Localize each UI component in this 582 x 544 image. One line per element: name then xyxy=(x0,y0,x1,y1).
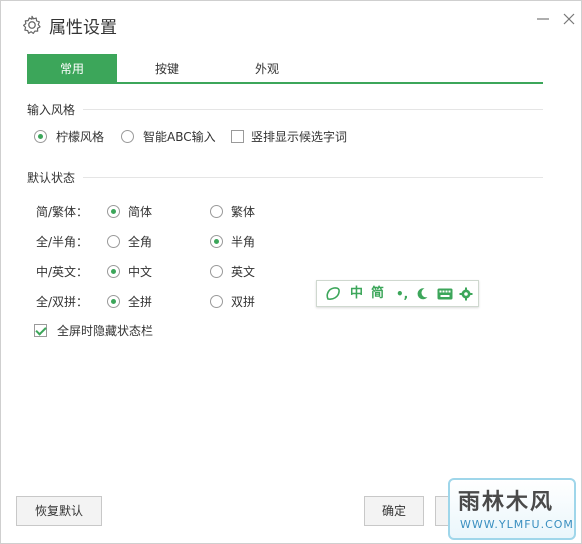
simplified-label[interactable]: 简体 xyxy=(128,203,152,220)
settings-window: 属性设置 常用 按键 外观 输入风格 柠檬风格 智能ABC输入 竖排显示候选字词… xyxy=(0,0,582,544)
settings-icon[interactable] xyxy=(459,287,473,301)
window-title: 属性设置 xyxy=(49,18,117,38)
english-label[interactable]: 英文 xyxy=(231,263,255,280)
full-pinyin-radio[interactable] xyxy=(107,295,120,308)
watermark-main-text: 雨林木风 xyxy=(458,490,555,515)
default-state-title: 默认状态 xyxy=(27,171,76,185)
script-mode-indicator[interactable]: 简 xyxy=(371,285,384,303)
halfwidth-radio[interactable] xyxy=(210,235,223,248)
abc-input-label[interactable]: 智能ABC输入 xyxy=(143,128,216,145)
traditional-label[interactable]: 繁体 xyxy=(231,203,255,220)
simplified-radio[interactable] xyxy=(107,205,120,218)
divider xyxy=(83,177,543,178)
vertical-candidates-checkbox[interactable] xyxy=(231,130,244,143)
halfwidth-label[interactable]: 半角 xyxy=(231,233,255,250)
chinese-label[interactable]: 中文 xyxy=(128,263,152,280)
pinyin-mode-label: 全/双拼： xyxy=(36,295,89,309)
tab-common[interactable]: 常用 xyxy=(27,54,117,84)
simp-trad-label: 简/繁体： xyxy=(36,205,89,219)
punctuation-indicator[interactable]: •, xyxy=(396,285,408,303)
titlebar: 属性设置 xyxy=(1,1,581,49)
full-half-label: 全/半角： xyxy=(36,235,89,249)
hide-statusbar-label[interactable]: 全屏时隐藏状态栏 xyxy=(57,322,153,339)
traditional-radio[interactable] xyxy=(210,205,223,218)
lemon-style-radio[interactable] xyxy=(34,130,47,143)
divider xyxy=(83,109,543,110)
tab-appearance[interactable]: 外观 xyxy=(217,54,317,84)
tab-keys[interactable]: 按键 xyxy=(117,54,217,84)
vertical-candidates-label[interactable]: 竖排显示候选字词 xyxy=(251,128,347,145)
english-radio[interactable] xyxy=(210,265,223,278)
moon-icon[interactable] xyxy=(415,287,429,301)
gear-icon xyxy=(22,15,41,35)
tab-bar: 常用 按键 外观 xyxy=(27,54,543,84)
double-pinyin-radio[interactable] xyxy=(210,295,223,308)
full-pinyin-label[interactable]: 全拼 xyxy=(128,293,152,310)
watermark-url: WWW.YLMFU.COM xyxy=(460,518,574,531)
double-pinyin-label[interactable]: 双拼 xyxy=(231,293,255,310)
minimize-button[interactable] xyxy=(531,7,555,31)
ok-button[interactable]: 确定 xyxy=(364,496,424,526)
lang-mode-indicator[interactable]: 中 xyxy=(350,285,363,303)
keyboard-icon[interactable] xyxy=(437,288,453,300)
input-style-title: 输入风格 xyxy=(27,103,76,117)
hide-statusbar-checkbox[interactable] xyxy=(34,324,47,337)
chinese-radio[interactable] xyxy=(107,265,120,278)
close-button[interactable] xyxy=(557,7,581,31)
restore-default-button[interactable]: 恢复默认 xyxy=(16,496,102,526)
status-bar-preview: 中 简 •, xyxy=(316,280,479,307)
cn-en-label: 中/英文： xyxy=(36,265,89,279)
fullwidth-label[interactable]: 全角 xyxy=(128,233,152,250)
lemon-logo-icon xyxy=(326,287,340,300)
abc-input-radio[interactable] xyxy=(121,130,134,143)
fullwidth-radio[interactable] xyxy=(107,235,120,248)
lemon-style-label[interactable]: 柠檬风格 xyxy=(56,128,104,145)
watermark-logo: 雨林木风 WWW.YLMFU.COM xyxy=(448,478,576,540)
